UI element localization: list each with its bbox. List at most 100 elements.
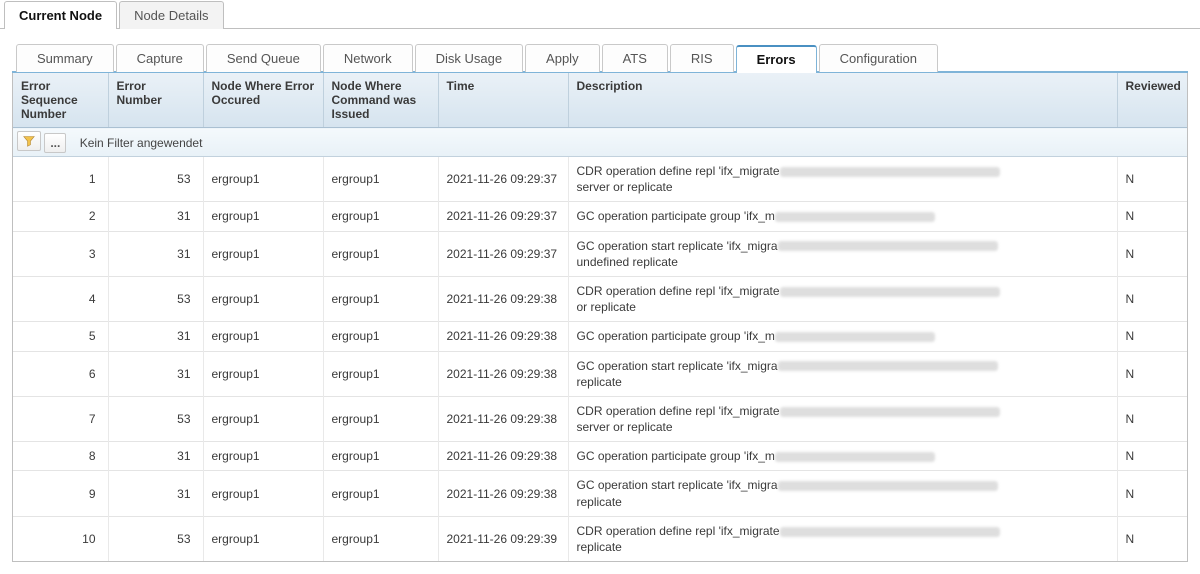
cell-error-number: 31 bbox=[108, 231, 203, 276]
table-header-row: Error Sequence Number Error Number Node … bbox=[13, 73, 1187, 128]
cell-node-issued: ergroup1 bbox=[323, 396, 438, 441]
description-prefix: GC operation start replicate 'ifx_migra bbox=[577, 478, 778, 492]
cell-error-number: 31 bbox=[108, 471, 203, 516]
table-row[interactable]: 631ergroup1ergroup12021-11-26 09:29:38GC… bbox=[13, 351, 1187, 396]
cell-error-sequence: 8 bbox=[13, 442, 108, 471]
col-header-error-sequence[interactable]: Error Sequence Number bbox=[13, 73, 108, 128]
cell-time: 2021-11-26 09:29:38 bbox=[438, 322, 568, 351]
filter-more-button[interactable]: ... bbox=[44, 133, 66, 153]
cell-error-number: 31 bbox=[108, 322, 203, 351]
cell-node-occurred: ergroup1 bbox=[203, 516, 323, 561]
table-row[interactable]: 931ergroup1ergroup12021-11-26 09:29:38GC… bbox=[13, 471, 1187, 516]
tab-summary[interactable]: Summary bbox=[16, 44, 114, 72]
description-prefix: CDR operation define repl 'ifx_migrate bbox=[577, 404, 780, 418]
cell-reviewed: N bbox=[1117, 396, 1187, 441]
filter-icon bbox=[23, 135, 35, 147]
table-row[interactable]: 231ergroup1ergroup12021-11-26 09:29:37GC… bbox=[13, 202, 1187, 231]
col-header-error-number[interactable]: Error Number bbox=[108, 73, 203, 128]
table-row[interactable]: 753ergroup1ergroup12021-11-26 09:29:38CD… bbox=[13, 396, 1187, 441]
cell-error-sequence: 6 bbox=[13, 351, 108, 396]
description-suffix: server or replicate bbox=[577, 420, 673, 434]
tab-node-details[interactable]: Node Details bbox=[119, 1, 223, 29]
filter-row: ... Kein Filter angewendet bbox=[13, 128, 1187, 157]
cell-node-issued: ergroup1 bbox=[323, 471, 438, 516]
tab-ris[interactable]: RIS bbox=[670, 44, 734, 72]
cell-error-number: 53 bbox=[108, 516, 203, 561]
cell-description: GC operation start replicate 'ifx_migrau… bbox=[568, 231, 1117, 276]
tab-current-node[interactable]: Current Node bbox=[4, 1, 117, 29]
tab-disk-usage[interactable]: Disk Usage bbox=[415, 44, 523, 72]
redacted-text bbox=[780, 287, 1000, 297]
cell-description: GC operation participate group 'ifx_m bbox=[568, 442, 1117, 471]
redacted-text bbox=[775, 452, 935, 462]
description-prefix: GC operation start replicate 'ifx_migra bbox=[577, 359, 778, 373]
errors-table: Error Sequence Number Error Number Node … bbox=[13, 73, 1187, 561]
tab-apply[interactable]: Apply bbox=[525, 44, 600, 72]
tab-capture[interactable]: Capture bbox=[116, 44, 204, 72]
tab-send-queue[interactable]: Send Queue bbox=[206, 44, 321, 72]
table-row[interactable]: 453ergroup1ergroup12021-11-26 09:29:38CD… bbox=[13, 276, 1187, 321]
tab-ats[interactable]: ATS bbox=[602, 44, 668, 72]
description-suffix: server or replicate bbox=[577, 180, 673, 194]
cell-error-number: 53 bbox=[108, 276, 203, 321]
redacted-text bbox=[775, 212, 935, 222]
col-header-description[interactable]: Description bbox=[568, 73, 1117, 128]
cell-error-sequence: 5 bbox=[13, 322, 108, 351]
cell-node-occurred: ergroup1 bbox=[203, 471, 323, 516]
cell-reviewed: N bbox=[1117, 471, 1187, 516]
table-row[interactable]: 531ergroup1ergroup12021-11-26 09:29:38GC… bbox=[13, 322, 1187, 351]
cell-node-issued: ergroup1 bbox=[323, 202, 438, 231]
tab-errors[interactable]: Errors bbox=[736, 45, 817, 73]
cell-error-sequence: 3 bbox=[13, 231, 108, 276]
cell-node-occurred: ergroup1 bbox=[203, 351, 323, 396]
cell-description: GC operation start replicate 'ifx_migrar… bbox=[568, 351, 1117, 396]
cell-time: 2021-11-26 09:29:38 bbox=[438, 471, 568, 516]
table-row[interactable]: 153ergroup1ergroup12021-11-26 09:29:37CD… bbox=[13, 157, 1187, 202]
description-prefix: CDR operation define repl 'ifx_migrate bbox=[577, 164, 780, 178]
description-suffix: or replicate bbox=[577, 300, 636, 314]
cell-description: CDR operation define repl 'ifx_migratese… bbox=[568, 396, 1117, 441]
cell-error-number: 53 bbox=[108, 157, 203, 202]
redacted-text bbox=[780, 167, 1000, 177]
cell-reviewed: N bbox=[1117, 442, 1187, 471]
description-prefix: GC operation participate group 'ifx_m bbox=[577, 209, 775, 223]
cell-reviewed: N bbox=[1117, 231, 1187, 276]
cell-node-occurred: ergroup1 bbox=[203, 276, 323, 321]
col-header-node-issued[interactable]: Node Where Command was Issued bbox=[323, 73, 438, 128]
table-row[interactable]: 331ergroup1ergroup12021-11-26 09:29:37GC… bbox=[13, 231, 1187, 276]
table-row[interactable]: 1053ergroup1ergroup12021-11-26 09:29:39C… bbox=[13, 516, 1187, 561]
cell-node-issued: ergroup1 bbox=[323, 516, 438, 561]
cell-description: CDR operation define repl 'ifx_migrateor… bbox=[568, 276, 1117, 321]
cell-description: GC operation participate group 'ifx_m bbox=[568, 202, 1117, 231]
cell-description: GC operation participate group 'ifx_m bbox=[568, 322, 1117, 351]
cell-description: CDR operation define repl 'ifx_migratere… bbox=[568, 516, 1117, 561]
redacted-text bbox=[780, 527, 1000, 537]
cell-reviewed: N bbox=[1117, 276, 1187, 321]
description-prefix: GC operation start replicate 'ifx_migra bbox=[577, 239, 778, 253]
cell-node-issued: ergroup1 bbox=[323, 231, 438, 276]
description-suffix: undefined replicate bbox=[577, 255, 678, 269]
cell-reviewed: N bbox=[1117, 322, 1187, 351]
cell-node-occurred: ergroup1 bbox=[203, 322, 323, 351]
cell-time: 2021-11-26 09:29:38 bbox=[438, 396, 568, 441]
cell-time: 2021-11-26 09:29:37 bbox=[438, 157, 568, 202]
tab-configuration[interactable]: Configuration bbox=[819, 44, 938, 72]
cell-node-issued: ergroup1 bbox=[323, 322, 438, 351]
cell-error-sequence: 10 bbox=[13, 516, 108, 561]
cell-time: 2021-11-26 09:29:37 bbox=[438, 202, 568, 231]
cell-node-issued: ergroup1 bbox=[323, 276, 438, 321]
col-header-node-occurred[interactable]: Node Where Error Occured bbox=[203, 73, 323, 128]
table-row[interactable]: 831ergroup1ergroup12021-11-26 09:29:38GC… bbox=[13, 442, 1187, 471]
cell-reviewed: N bbox=[1117, 157, 1187, 202]
cell-reviewed: N bbox=[1117, 516, 1187, 561]
cell-node-occurred: ergroup1 bbox=[203, 157, 323, 202]
filter-status-text: Kein Filter angewendet bbox=[80, 136, 203, 150]
col-header-time[interactable]: Time bbox=[438, 73, 568, 128]
tab-network[interactable]: Network bbox=[323, 44, 413, 72]
filter-icon-button[interactable] bbox=[17, 131, 41, 151]
redacted-text bbox=[780, 407, 1000, 417]
cell-node-issued: ergroup1 bbox=[323, 157, 438, 202]
redacted-text bbox=[778, 481, 998, 491]
col-header-reviewed[interactable]: Reviewed bbox=[1117, 73, 1187, 128]
outer-tab-bar: Current Node Node Details bbox=[0, 0, 1200, 29]
